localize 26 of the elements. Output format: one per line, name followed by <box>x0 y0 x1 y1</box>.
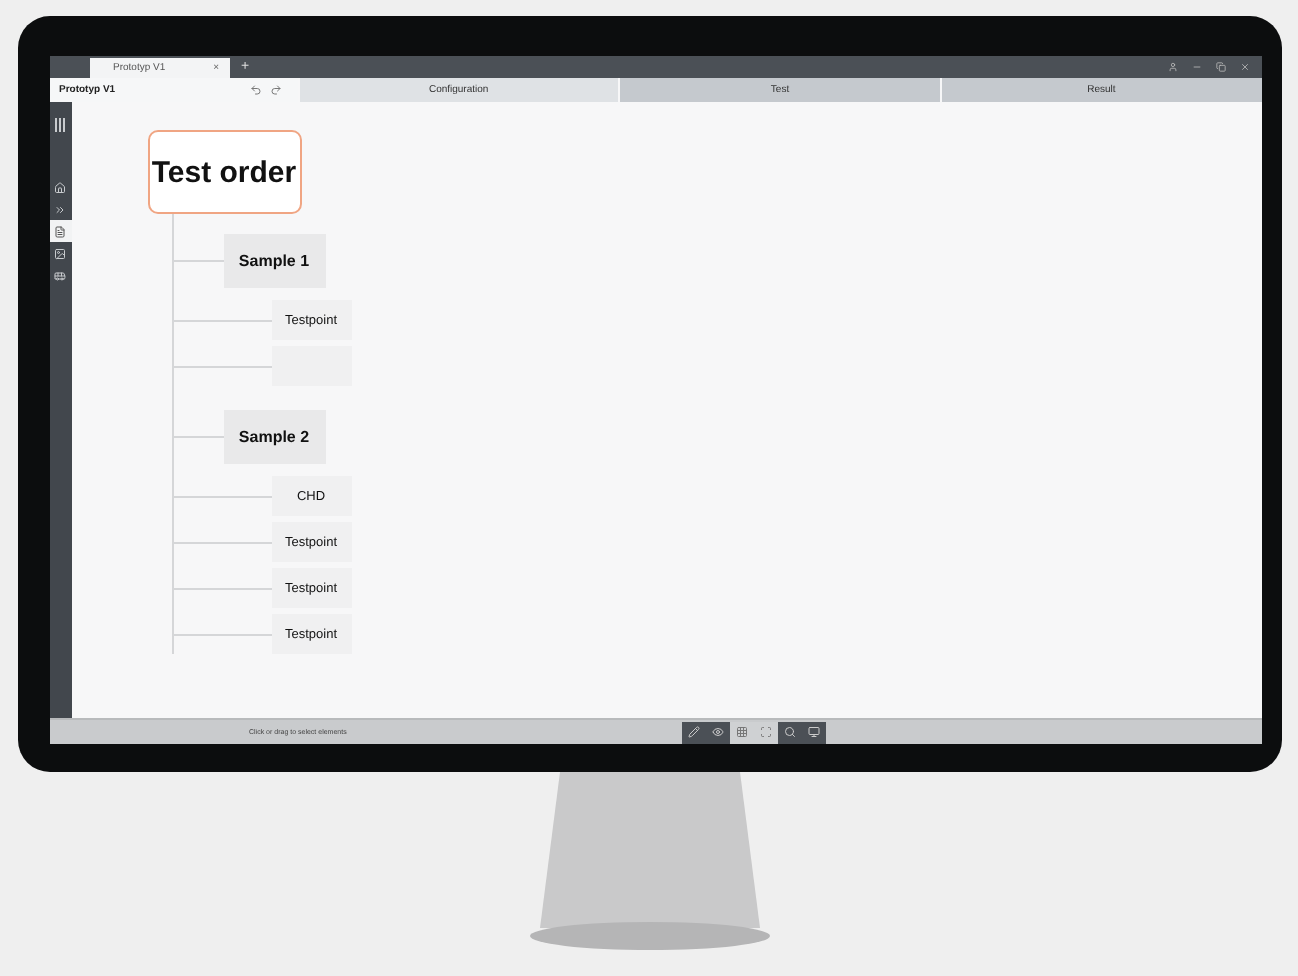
restore-icon[interactable] <box>1215 62 1225 72</box>
sample-node[interactable]: Sample 2 <box>223 410 325 464</box>
menu-icon[interactable] <box>54 118 66 132</box>
toolbar-button[interactable] <box>777 721 801 743</box>
image-icon <box>54 247 66 259</box>
user-icon[interactable] <box>1167 62 1177 72</box>
monitor-icon <box>807 726 819 738</box>
sample-node[interactable]: Sample 1 <box>223 234 325 288</box>
toolbar-button[interactable] <box>705 721 729 743</box>
sidebar-item[interactable] <box>49 176 71 198</box>
document-icon <box>54 225 66 237</box>
toolbar-button[interactable] <box>681 721 705 743</box>
home-icon <box>54 181 66 193</box>
eye-icon <box>711 726 723 738</box>
bus-icon <box>54 269 66 281</box>
double-chevron-icon <box>54 203 66 215</box>
empty-node[interactable] <box>271 346 351 386</box>
grid-icon <box>735 726 747 738</box>
search-icon <box>783 726 795 738</box>
undo-icon[interactable] <box>249 84 261 96</box>
sidebar-item[interactable] <box>49 220 71 242</box>
redo-icon[interactable] <box>269 84 281 96</box>
pencil-icon <box>687 726 699 738</box>
toolbar-button[interactable] <box>801 721 825 743</box>
test-order-node[interactable]: Test order <box>147 130 301 214</box>
toolbar-button[interactable] <box>729 721 753 743</box>
